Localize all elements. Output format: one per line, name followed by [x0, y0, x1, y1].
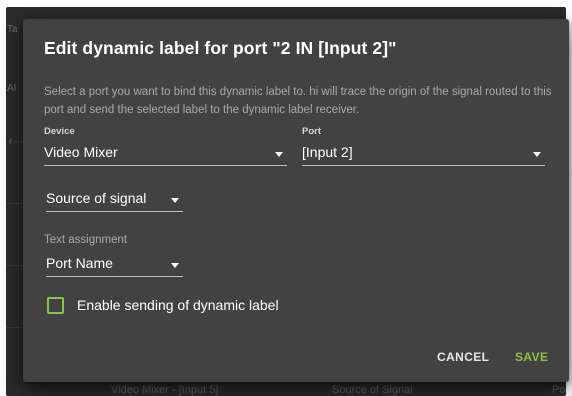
device-select-value: Video Mixer — [44, 144, 118, 160]
bg-table-cell: Source of Signal — [332, 384, 413, 396]
edit-dynamic-label-dialog: Edit dynamic label for port "2 IN [Input… — [23, 19, 569, 382]
chevron-down-icon — [533, 152, 541, 157]
port-field-label: Port — [302, 126, 321, 137]
cancel-button[interactable]: CANCEL — [437, 350, 489, 364]
port-select[interactable]: [Input 2] — [302, 143, 545, 166]
source-select[interactable]: Source of signal — [46, 189, 183, 212]
device-select[interactable]: Video Mixer — [44, 143, 287, 166]
bg-divider — [6, 327, 22, 328]
save-button[interactable]: SAVE — [515, 350, 548, 364]
chevron-down-icon — [171, 198, 179, 203]
bg-divider — [6, 265, 22, 266]
bg-fragment: Ta — [7, 24, 18, 35]
chevron-down-icon — [275, 152, 283, 157]
enable-dynamic-label-text: Enable sending of dynamic label — [77, 297, 279, 313]
bg-divider — [6, 203, 22, 204]
port-select-value: [Input 2] — [302, 144, 353, 160]
device-field-label: Device — [44, 126, 75, 137]
text-assignment-value: Port Name — [46, 255, 113, 271]
bg-table-cell: Po — [552, 384, 566, 396]
chevron-down-icon — [171, 263, 179, 268]
text-assignment-select[interactable]: Port Name — [46, 254, 183, 277]
text-assignment-label: Text assignment — [44, 234, 128, 246]
checkbox-icon[interactable] — [47, 297, 64, 314]
dialog-title: Edit dynamic label for port "2 IN [Input… — [44, 38, 397, 58]
bg-fragment: r — [9, 136, 13, 147]
dialog-description: Select a port you want to bind this dyna… — [44, 86, 552, 116]
bg-table-cell: Video Mixer - [Input 5] — [111, 384, 219, 396]
source-select-value: Source of signal — [46, 190, 147, 206]
bg-fragment: AI — [7, 83, 17, 94]
screen: Ta AI r s a b Video Mixer - [Input 5] So… — [0, 0, 572, 396]
